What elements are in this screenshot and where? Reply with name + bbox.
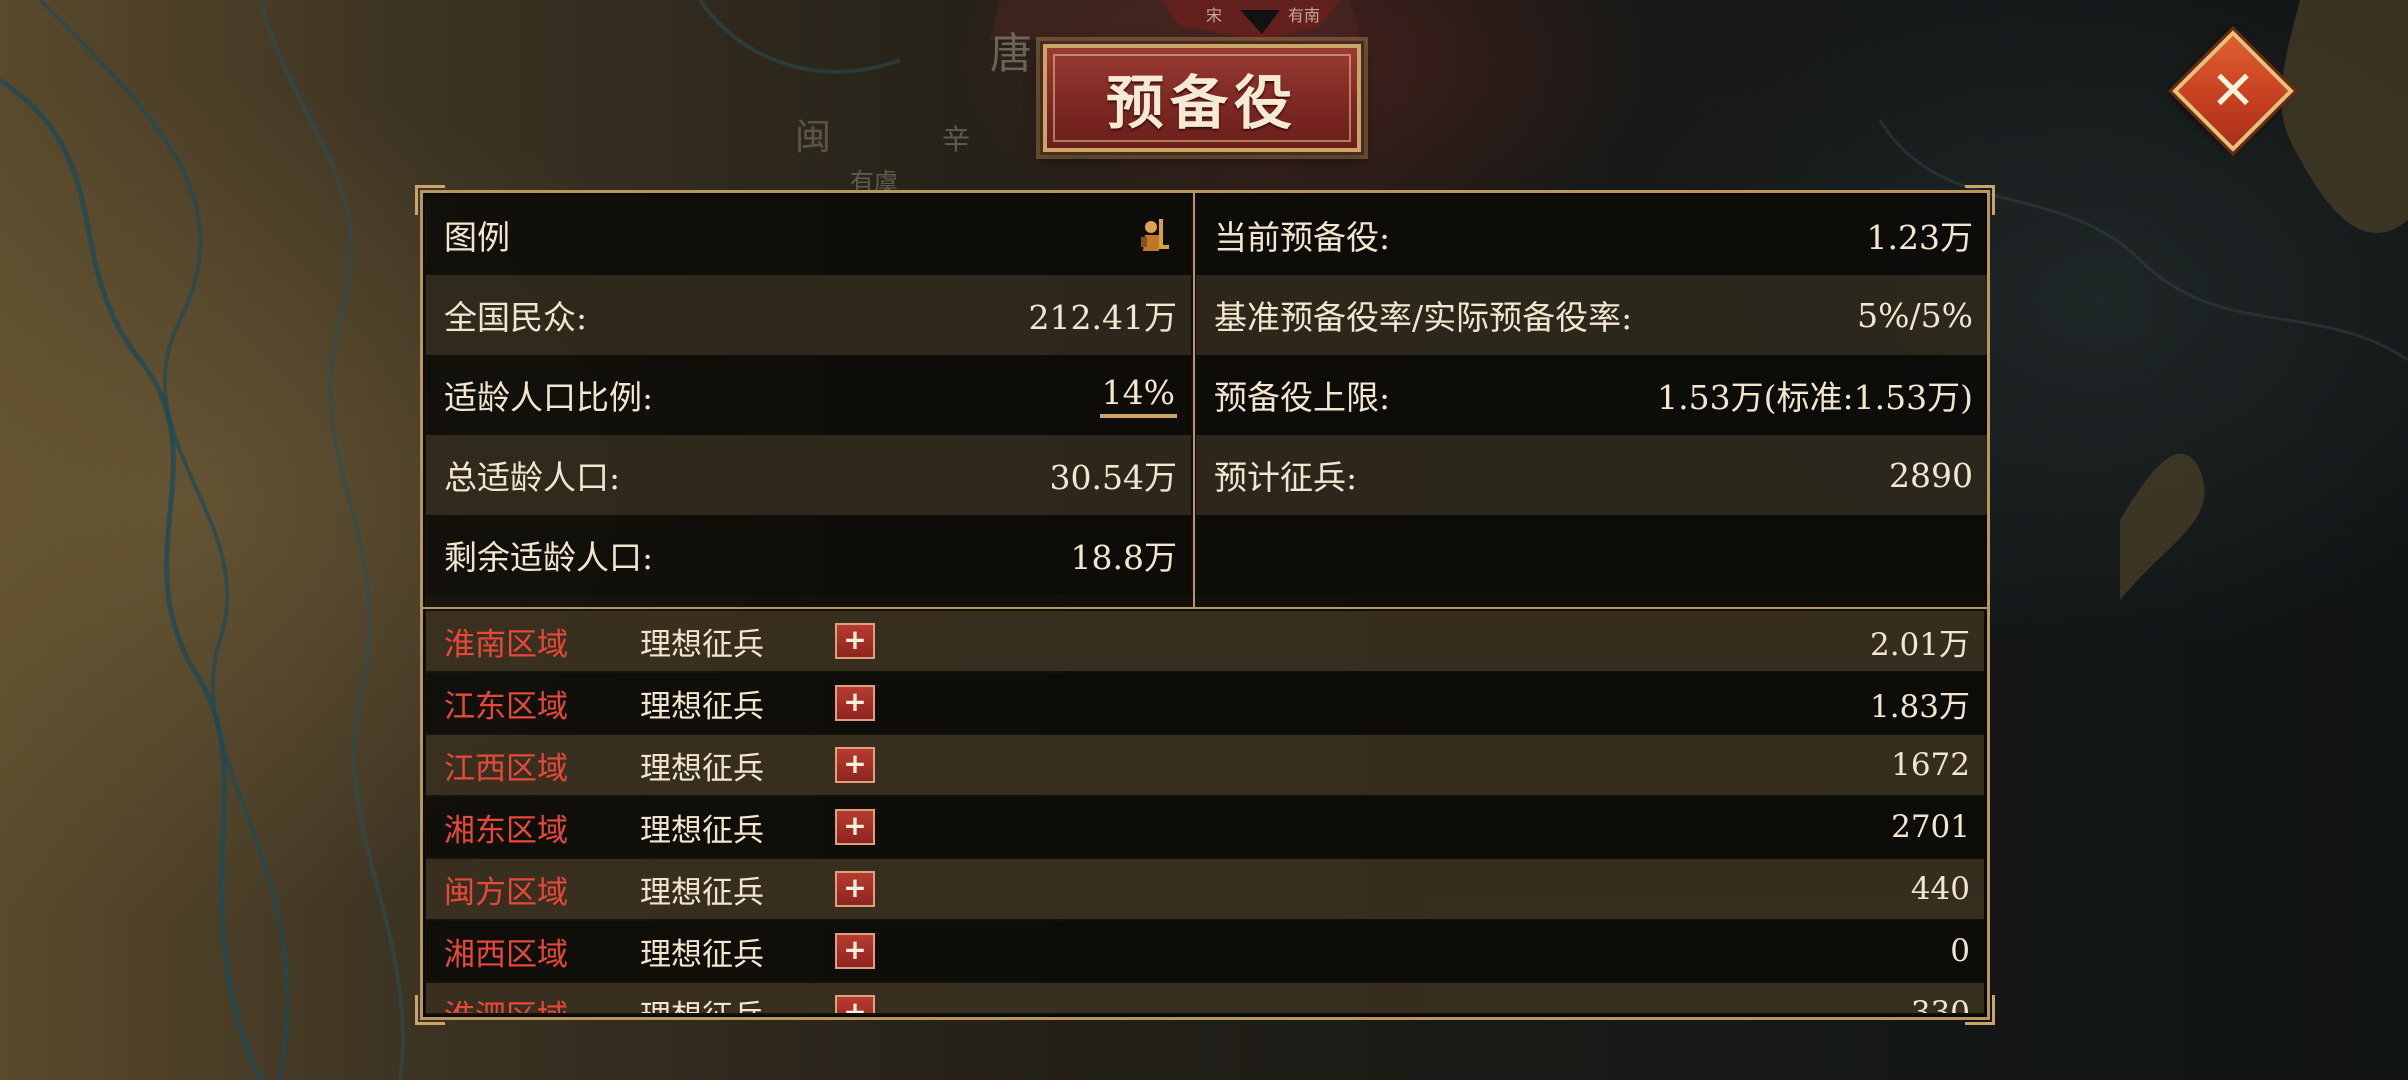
population-row: 全国民众: 212.41万 (426, 275, 1191, 355)
region-name[interactable]: 闽方区域 (444, 867, 640, 912)
add-button[interactable]: + (835, 623, 875, 659)
population-value: 212.41万 (1028, 298, 1177, 337)
region-name[interactable]: 江西区域 (444, 743, 640, 788)
region-value: 0 (1950, 933, 1970, 969)
total-label: 总适龄人口: (444, 458, 621, 497)
region-value: 1672 (1891, 747, 1970, 783)
ratio-value[interactable]: 14% (1099, 373, 1177, 418)
region-name[interactable]: 江东区域 (444, 681, 640, 726)
region-ideal-label: 理想征兵 (640, 688, 764, 725)
ratio-row: 适龄人口比例: 14% (426, 355, 1191, 435)
population-label: 全国民众: (444, 298, 588, 337)
title-plate: 预备役 (1040, 41, 1364, 155)
column-divider (1193, 193, 1195, 607)
current-reserve-row: 当前预备役: 1.23万 (1196, 195, 1987, 275)
reserve-rate-value: 5%/5% (1857, 295, 1973, 335)
region-ideal-label: 理想征兵 (640, 626, 764, 663)
map-label-xin: 辛 (942, 123, 971, 156)
expected-conscription-value: 2890 (1889, 455, 1973, 495)
map-label-tang: 唐 (990, 29, 1033, 78)
region-value: 2701 (1891, 809, 1970, 845)
add-button[interactable]: + (835, 747, 875, 783)
region-row: 湘东区域 理想征兵 + 2701 (426, 797, 1984, 857)
region-ideal-label: 理想征兵 (640, 991, 835, 1014)
region-row: 淮南区域 理想征兵 + 2.01万 (426, 611, 1984, 671)
current-reserve-value: 1.23万 (1866, 218, 1973, 257)
region-name[interactable]: 淮南区域 (444, 619, 640, 664)
region-row: 江东区域 理想征兵 + 1.83万 (426, 673, 1984, 733)
region-name[interactable]: 湘东区域 (444, 805, 640, 850)
region-name[interactable]: 淮泗区域 (444, 991, 640, 1014)
expected-conscription-label: 预计征兵: (1214, 458, 1358, 497)
empty-row (1196, 515, 1987, 595)
remaining-label: 剩余适龄人口: (444, 538, 654, 577)
map-label-min: 闽 (795, 117, 832, 158)
legend-label: 图例 (444, 218, 510, 257)
page-title: 预备役 (1105, 69, 1298, 137)
add-button[interactable]: + (835, 933, 875, 969)
region-row: 江西区域 理想征兵 + 1672 (426, 735, 1984, 795)
region-value: 440 (1910, 871, 1970, 907)
total-row: 总适龄人口: 30.54万 (426, 435, 1191, 515)
reserve-panel: 图例 全国民众: 212.41万 适龄人口比例: 14% 总适龄人口: 30.5… (415, 185, 1995, 1025)
region-value: 1.83万 (1869, 688, 1970, 725)
reserve-limit-value: 1.53万(标准:1.53万) (1657, 378, 1973, 417)
remaining-value: 18.8万 (1070, 538, 1177, 577)
ratio-label: 适龄人口比例: (444, 378, 654, 417)
map-label-younan: 有南 (1288, 6, 1321, 25)
legend-row[interactable]: 图例 (426, 195, 1191, 275)
map-label-song: 宋 (1206, 6, 1223, 25)
region-name[interactable]: 湘西区域 (444, 929, 640, 974)
region-row: 闽方区域 理想征兵 + 440 (426, 859, 1984, 919)
region-list[interactable]: 淮南区域 理想征兵 + 2.01万 江东区域 理想征兵 + 1.83万 江西区域… (423, 609, 1987, 1013)
region-ideal-label: 理想征兵 (640, 936, 764, 973)
region-ideal-label: 理想征兵 (640, 812, 764, 849)
reserve-limit-label: 预备役上限: (1214, 378, 1391, 417)
soldier-icon[interactable] (1137, 215, 1177, 255)
reserve-limit-row: 预备役上限: 1.53万(标准:1.53万) (1196, 355, 1987, 435)
remaining-row: 剩余适龄人口: 18.8万 (426, 515, 1191, 595)
add-button[interactable]: + (835, 685, 875, 721)
add-button[interactable]: + (835, 995, 875, 1013)
total-value: 30.54万 (1049, 458, 1177, 497)
region-ideal-label: 理想征兵 (640, 874, 764, 911)
region-ideal-label: 理想征兵 (640, 750, 764, 787)
add-button[interactable]: + (835, 871, 875, 907)
expected-conscription-row: 预计征兵: 2890 (1196, 435, 1987, 515)
region-value: 2.01万 (1869, 626, 1970, 663)
reserve-rate-row: 基准预备役率/实际预备役率: 5%/5% (1196, 275, 1987, 355)
reserve-rate-label: 基准预备役率/实际预备役率: (1214, 298, 1633, 337)
current-reserve-label: 当前预备役: (1214, 218, 1391, 257)
region-row: 淮泗区域 理想征兵 + 330 (426, 983, 1984, 1013)
region-value: 330 (1910, 995, 1970, 1013)
region-row: 湘西区域 理想征兵 + 0 (426, 921, 1984, 981)
add-button[interactable]: + (835, 809, 875, 845)
